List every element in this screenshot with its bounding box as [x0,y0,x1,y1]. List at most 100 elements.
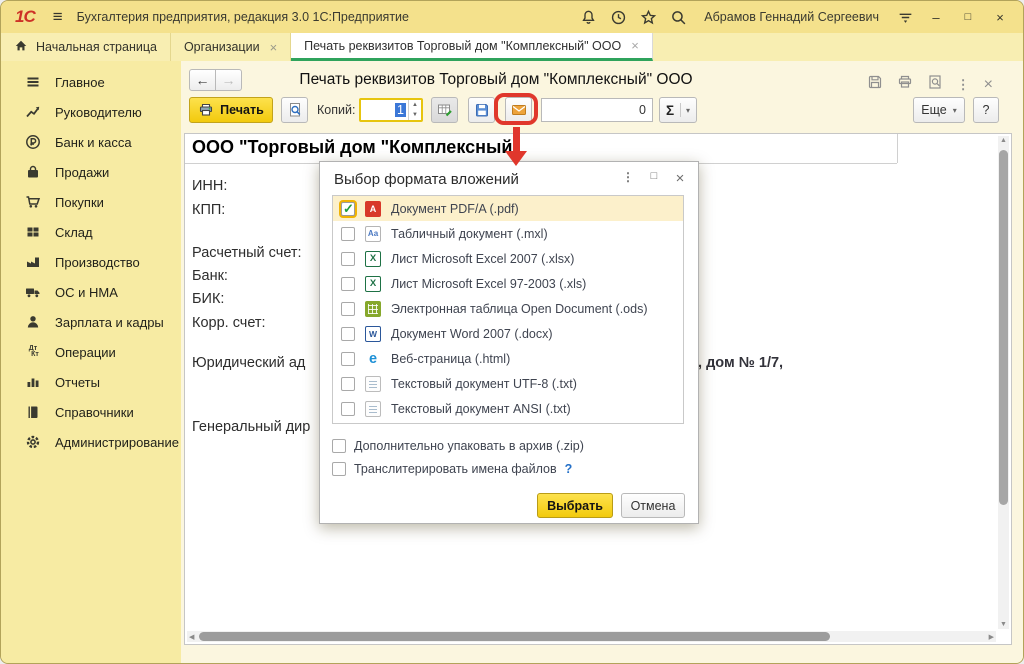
tab-close-icon[interactable]: × [270,40,278,55]
print-button[interactable]: Печать [189,97,273,123]
format-label: Табличный документ (.mxl) [391,227,548,241]
tab-organizations[interactable]: Организации × [171,33,291,61]
checkbox[interactable] [341,277,355,291]
forward-button[interactable]: → [215,69,242,91]
checkbox-checked[interactable] [341,202,355,216]
vertical-scrollbar[interactable]: ▲ ▼ [998,136,1009,629]
notifications-bell-icon[interactable] [578,7,598,27]
checkbox[interactable] [341,227,355,241]
sidebar-item-sklad[interactable]: Склад [1,217,181,247]
sidebar-item-spravochniki[interactable]: Справочники [1,397,181,427]
checkbox[interactable] [332,439,346,453]
sidebar-item-administrirovanie[interactable]: Администрирование [1,427,181,457]
vertical-scroll-thumb[interactable] [999,150,1008,505]
format-row-xls[interactable]: Лист Microsoft Excel 97-2003 (.xls) [333,271,683,296]
sidebar-item-glavnoe[interactable]: Главное [1,67,181,97]
close-form-icon[interactable]: × [984,78,993,92]
format-row-html[interactable]: Веб-страница (.html) [333,346,683,371]
sidebar-item-prodazhi[interactable]: Продажи [1,157,181,187]
sidebar-item-rukovoditelyu[interactable]: Руководителю [1,97,181,127]
format-label: Текстовый документ ANSI (.txt) [391,402,571,416]
back-button[interactable]: ← [189,69,216,91]
favorites-star-icon[interactable] [638,7,658,27]
counter-field[interactable]: 0 [541,98,653,122]
choose-button[interactable]: Выбрать [537,493,613,518]
transliterate-option[interactable]: Транслитерировать имена файлов ? [332,462,572,476]
format-row-mxl[interactable]: Табличный документ (.mxl) [333,221,683,246]
scroll-down-icon[interactable]: ▼ [998,621,1009,628]
chevron-down-icon[interactable]: ▾ [680,103,690,117]
send-email-button[interactable] [505,97,532,123]
print-icon[interactable] [897,74,913,95]
sidebar-item-os-nma[interactable]: ОС и НМА [1,277,181,307]
sidebar-item-pokupki[interactable]: Покупки [1,187,181,217]
copies-value[interactable]: 1 [361,100,408,120]
minimize-button[interactable]: – [925,10,947,25]
save-file-button[interactable] [468,97,495,123]
format-row-txt-ansi[interactable]: Текстовый документ ANSI (.txt) [333,396,683,421]
account-label: Расчетный счет: [192,245,302,261]
tab-bar: Начальная страница Организации × Печать … [1,33,1023,61]
horizontal-scroll-thumb[interactable] [199,632,830,641]
preview-icon[interactable] [927,74,943,95]
format-row-pdf[interactable]: Документ PDF/A (.pdf) [333,196,683,221]
sidebar-item-otchety[interactable]: Отчеты [1,367,181,397]
sum-button[interactable]: Σ ▾ [659,97,697,123]
copies-spinner[interactable]: 1 ▲ ▼ [359,98,423,122]
checkbox[interactable] [332,462,346,476]
scroll-right-icon[interactable]: ▶ [989,631,994,642]
checkbox[interactable] [341,327,355,341]
maximize-button[interactable]: □ [957,11,979,23]
scroll-left-icon[interactable]: ◀ [189,631,194,642]
corr-label: Корр. счет: [192,315,266,331]
search-icon[interactable] [668,7,688,27]
close-window-button[interactable]: × [989,10,1011,25]
tab-home[interactable]: Начальная страница [1,33,171,61]
print-preview-button[interactable] [281,97,308,123]
spinner-arrows: ▲ ▼ [408,100,421,120]
format-label: Веб-страница (.html) [391,352,510,366]
dialog-close-icon[interactable]: × [672,170,688,187]
sidebar-item-zarplata[interactable]: Зарплата и кадры [1,307,181,337]
scroll-up-icon[interactable]: ▲ [998,137,1009,144]
sidebar-label: Производство [55,255,140,270]
help-question-icon[interactable]: ? [565,462,573,476]
sidebar-item-bank-kassa[interactable]: Банк и касса [1,127,181,157]
checkbox[interactable] [341,302,355,316]
dialog-menu-icon[interactable]: ⋮ [620,170,636,184]
tools-settings-icon[interactable] [895,7,915,27]
inn-label: ИНН: [192,178,227,194]
format-label: Документ PDF/A (.pdf) [391,202,519,216]
cancel-button[interactable]: Отмена [621,493,685,518]
spin-down-icon[interactable]: ▼ [409,110,421,120]
format-row-docx[interactable]: Документ Word 2007 (.docx) [333,321,683,346]
spin-up-icon[interactable]: ▲ [409,100,421,110]
history-icon[interactable] [608,7,628,27]
format-row-txt-utf8[interactable]: Текстовый документ UTF-8 (.txt) [333,371,683,396]
ruble-circle-icon [24,134,42,150]
checkbox[interactable] [341,252,355,266]
tab-print-form[interactable]: Печать реквизитов Торговый дом "Комплекс… [291,33,653,61]
sidebar-label: Зарплата и кадры [55,315,164,330]
tab-close-icon[interactable]: × [631,38,639,53]
format-row-xlsx[interactable]: Лист Microsoft Excel 2007 (.xlsx) [333,246,683,271]
transliterate-option-label: Транслитерировать имена файлов [354,462,557,476]
sidebar-item-operacii[interactable]: Дт КтОперации [1,337,181,367]
horizontal-scrollbar[interactable]: ◀ ▶ [187,631,996,642]
dialog-maximize-icon[interactable]: □ [646,170,662,182]
more-menu-icon[interactable]: ⋮ [957,77,970,93]
main-menu-icon[interactable]: ≡ [49,7,67,27]
help-button[interactable]: ? [973,97,999,123]
address-label-fragment: Юридический ад [192,355,305,371]
format-row-ods[interactable]: Электронная таблица Open Document (.ods) [333,296,683,321]
checkbox[interactable] [341,402,355,416]
save-icon[interactable] [867,74,883,95]
checkbox[interactable] [341,352,355,366]
zip-option[interactable]: Дополнительно упаковать в архив (.zip) [332,439,584,453]
current-user[interactable]: Абрамов Геннадий Сергеевич [698,10,885,24]
more-button[interactable]: Еще ▾ [913,97,965,123]
sidebar-item-proizvodstvo[interactable]: Производство [1,247,181,277]
truck-icon [24,284,42,300]
checkbox[interactable] [341,377,355,391]
table-settings-button[interactable] [431,97,458,123]
